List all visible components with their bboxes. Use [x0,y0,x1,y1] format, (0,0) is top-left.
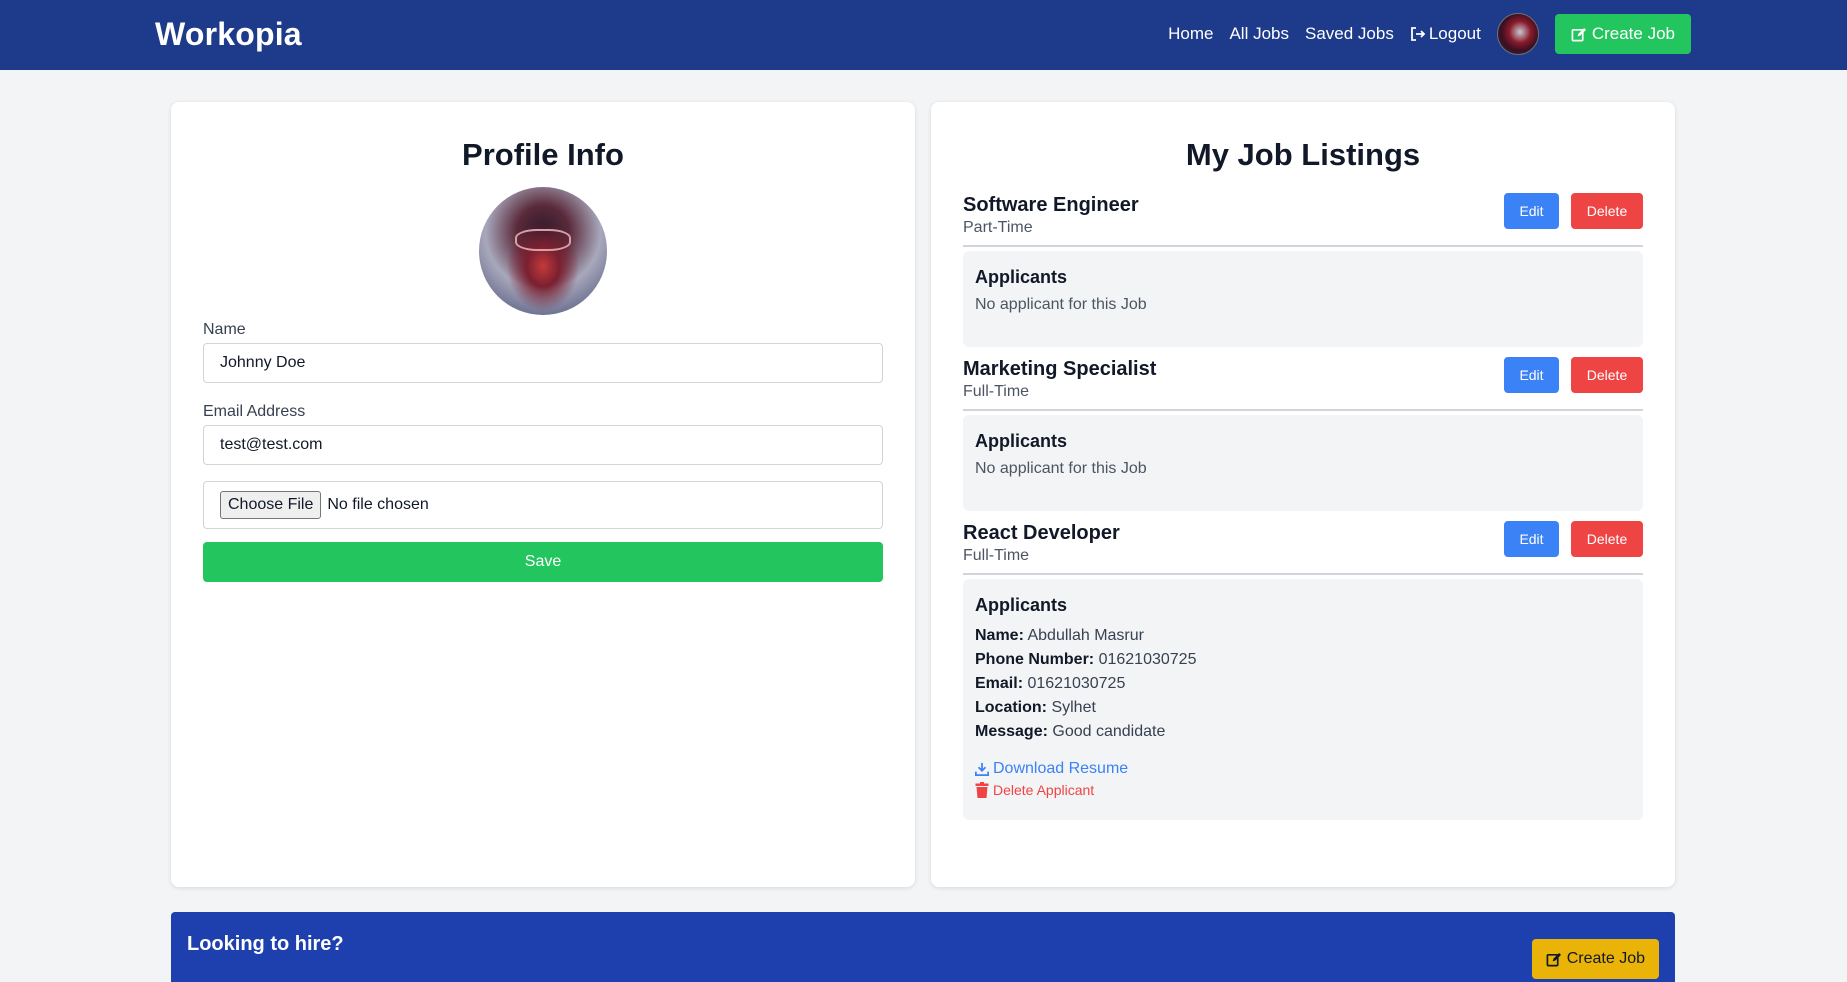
delete-applicant-label: Delete Applicant [993,782,1095,798]
applicant-name-value: Abdullah Masrur [1027,627,1144,644]
applicant-location-value: Sylhet [1051,699,1096,716]
nav-saved-jobs-link[interactable]: Saved Jobs [1305,24,1394,44]
job-header: Marketing Specialist Full-Time Edit Dele… [963,357,1643,411]
logout-icon [1410,27,1426,41]
name-input[interactable]: Johnny Doe [203,343,883,383]
job-item: React Developer Full-Time Edit Delete Ap… [963,521,1643,820]
job-listings-card: My Job Listings Software Engineer Part-T… [931,102,1675,887]
job-type: Full-Time [963,383,1030,400]
save-button[interactable]: Save [203,542,883,582]
download-resume-label: Download Resume [993,760,1129,777]
applicant-location: Location: Sylhet [975,696,1631,720]
avatar-file-input: Choose File No file chosen [203,481,883,529]
logout-label: Logout [1428,24,1481,43]
applicant-phone-value: 01621030725 [1098,651,1197,668]
email-label: Email Address [203,403,306,420]
create-job-button[interactable]: Create Job [1554,14,1691,54]
job-title: Software Engineer [963,194,1139,216]
no-applicants-text: No applicant for this Job [975,460,1147,477]
delete-job-button[interactable]: Delete [1571,357,1643,393]
applicant-name-label: Name: [975,627,1024,644]
job-header: Software Engineer Part-Time Edit Delete [963,193,1643,247]
profile-title: Profile Info [462,137,624,172]
profile-card: Profile Info Name Johnny Doe Email Addre… [171,102,915,887]
job-title: Marketing Specialist [963,358,1157,380]
listings-title: My Job Listings [1185,137,1421,172]
create-job-label: Create Job [1591,24,1675,43]
file-status: No file chosen [327,496,429,513]
delete-job-button[interactable]: Delete [1571,521,1643,557]
edit-job-button[interactable]: Edit [1504,521,1559,557]
edit-icon [1546,952,1561,966]
applicants-title: Applicants [975,595,1068,615]
email-input[interactable]: test@test.com [203,425,883,465]
job-item: Software Engineer Part-Time Edit Delete … [963,193,1643,347]
job-header: React Developer Full-Time Edit Delete [963,521,1643,575]
download-resume-link[interactable]: Download Resume [975,760,1631,778]
delete-job-button[interactable]: Delete [1571,193,1643,229]
applicant-message-label: Message: [975,723,1048,740]
banner-create-job-button[interactable]: Create Job [1531,939,1659,979]
job-list: Software Engineer Part-Time Edit Delete … [931,193,1675,820]
applicant-message-value: Good candidate [1052,723,1166,740]
hire-banner: Looking to hire? Create Job [171,912,1675,982]
job-item: Marketing Specialist Full-Time Edit Dele… [963,357,1643,511]
nav-links: Home All Jobs Saved Jobs Logout Create J… [1168,13,1691,55]
applicant-phone: Phone Number: 01621030725 [975,648,1631,672]
hire-banner-text: Looking to hire? [187,933,344,955]
top-navbar: Workopia Home All Jobs Saved Jobs Logout… [0,0,1847,70]
banner-create-job-label: Create Job [1566,950,1645,967]
applicants-title: Applicants [975,431,1068,451]
applicant-message: Message: Good candidate [975,720,1631,744]
edit-icon [1571,27,1586,41]
applicant-phone-label: Phone Number: [975,651,1095,668]
delete-applicant-link[interactable]: Delete Applicant [975,782,1631,798]
trash-icon [975,782,989,798]
choose-file-button[interactable]: Choose File [220,491,322,519]
name-label: Name [203,321,246,338]
job-type: Full-Time [963,547,1030,564]
brand-logo[interactable]: Workopia [155,16,302,53]
download-icon [975,762,989,776]
applicant-email-label: Email: [975,675,1024,692]
job-title: React Developer [963,522,1120,544]
applicant-email: Email: 01621030725 [975,672,1631,696]
applicant-name: Name: Abdullah Masrur [975,624,1631,648]
applicants-panel: Applicants No applicant for this Job [963,251,1643,347]
applicants-panel: Applicants No applicant for this Job [963,415,1643,511]
nav-all-jobs-link[interactable]: All Jobs [1229,24,1289,44]
applicant-email-value: 01621030725 [1027,675,1126,692]
applicant-location-label: Location: [975,699,1047,716]
logout-link[interactable]: Logout [1410,24,1481,44]
nav-home-link[interactable]: Home [1168,24,1213,44]
job-type: Part-Time [963,219,1033,236]
applicants-panel: Applicants Name: Abdullah Masrur Phone N… [963,579,1643,820]
edit-job-button[interactable]: Edit [1504,357,1559,393]
user-avatar[interactable] [1496,13,1539,55]
profile-avatar [479,187,607,315]
applicants-title: Applicants [975,267,1068,287]
no-applicants-text: No applicant for this Job [975,296,1147,313]
profile-form: Name Johnny Doe Email Address test@test.… [171,321,915,582]
edit-job-button[interactable]: Edit [1504,193,1559,229]
